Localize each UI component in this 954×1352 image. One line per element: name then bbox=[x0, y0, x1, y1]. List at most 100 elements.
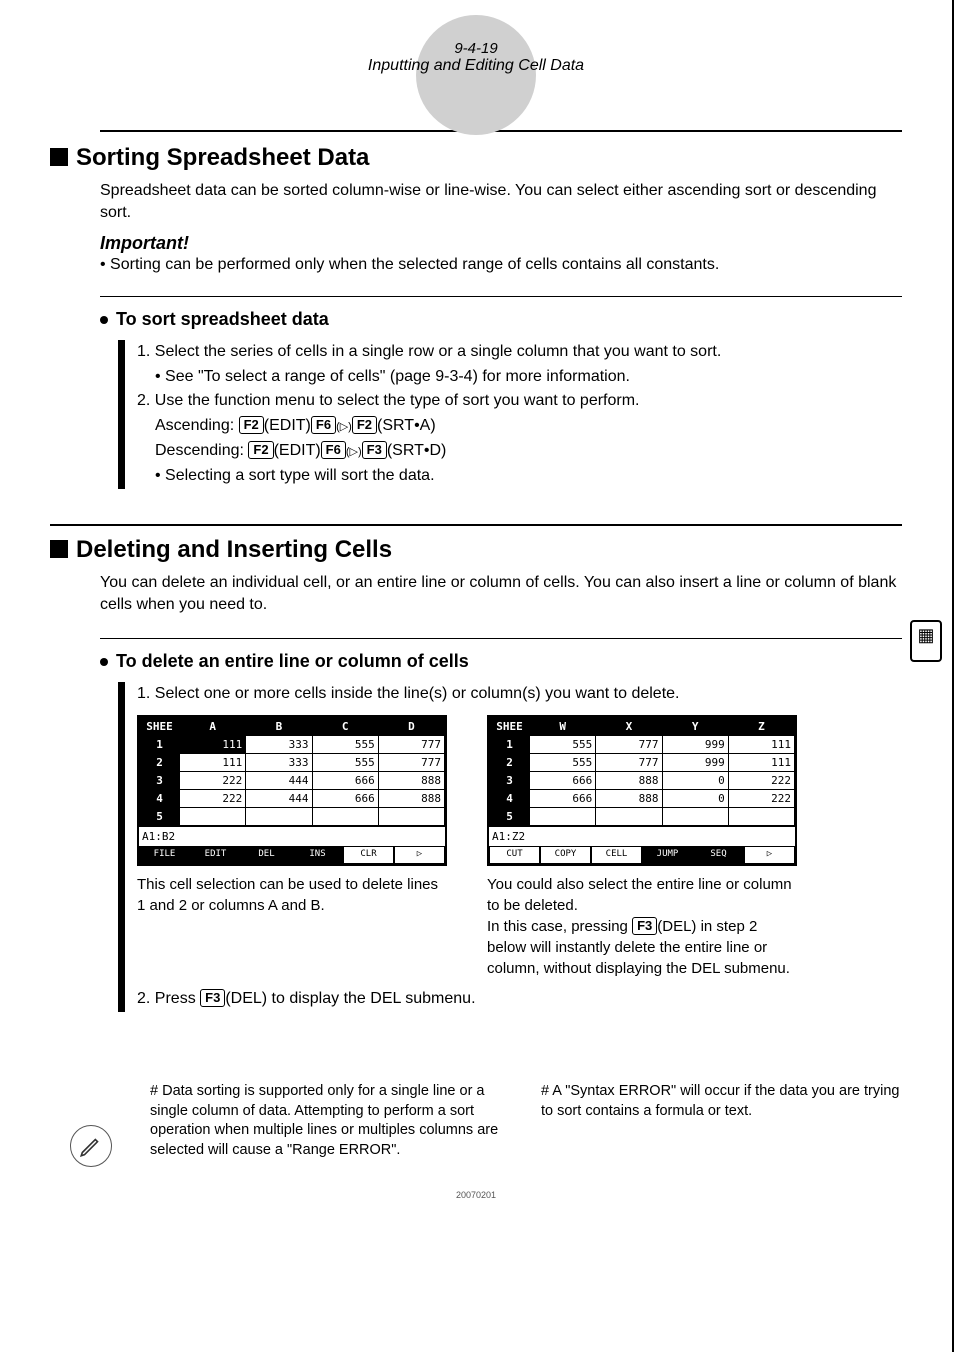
asc-label: Ascending: bbox=[155, 417, 239, 434]
step-2-note: • Selecting a sort type will sort the da… bbox=[155, 464, 902, 489]
cell: 777 bbox=[596, 736, 662, 754]
page: ▦ 9-4-19 Inputting and Editing Cell Data… bbox=[0, 0, 954, 1352]
heading-text: Sorting Spreadsheet Data bbox=[76, 144, 369, 172]
cell: 0 bbox=[662, 772, 728, 790]
menu-item: FILE bbox=[139, 846, 190, 864]
subheading-sort-data: To sort spreadsheet data bbox=[100, 309, 902, 330]
row-num: 4 bbox=[140, 790, 180, 808]
calc-status: A1:B2 bbox=[139, 826, 445, 846]
menu-item: ▷ bbox=[394, 846, 445, 864]
key-f2: F2 bbox=[248, 441, 273, 459]
section-heading-deleting: Deleting and Inserting Cells bbox=[50, 524, 902, 564]
important-text: • Sorting can be performed only when the… bbox=[100, 256, 902, 274]
delete-steps: 1. Select one or more cells inside the l… bbox=[118, 682, 902, 1012]
square-bullet-icon bbox=[50, 540, 68, 558]
calc-menu: FILE EDIT DEL INS CLR ▷ bbox=[139, 846, 445, 864]
step-2: 2. Use the function menu to select the t… bbox=[137, 389, 902, 414]
menu-item: CLR bbox=[343, 846, 394, 864]
cell: 111 bbox=[728, 736, 794, 754]
right-caption-1: You could also select the entire line or… bbox=[487, 876, 792, 914]
square-bullet-icon bbox=[50, 148, 68, 166]
row-num: 1 bbox=[140, 736, 180, 754]
cell: 555 bbox=[530, 754, 596, 772]
dot-bullet-icon bbox=[100, 316, 108, 324]
cell: 111 bbox=[180, 736, 246, 754]
col-header: W bbox=[530, 718, 596, 736]
left-caption: This cell selection can be used to delet… bbox=[137, 874, 447, 916]
descending-line: Descending: F2(EDIT)F6(▷)F3(SRT•D) bbox=[155, 439, 902, 464]
row-num: 2 bbox=[140, 754, 180, 772]
step2-part: (DEL) to display the DEL submenu. bbox=[225, 990, 475, 1007]
cell bbox=[662, 808, 728, 826]
footer-code: 20070201 bbox=[50, 1190, 902, 1200]
calc-table: SHEE W X Y Z 1555777999111 2555777999111… bbox=[489, 717, 795, 826]
right-caption: You could also select the entire line or… bbox=[487, 874, 797, 979]
cell: 444 bbox=[246, 790, 312, 808]
asc-part: (SRT•A) bbox=[377, 417, 436, 434]
header-circle-decoration bbox=[416, 15, 536, 135]
key-f6: F6 bbox=[321, 441, 346, 459]
cell: 222 bbox=[180, 772, 246, 790]
cell: 888 bbox=[378, 790, 444, 808]
important-label: Important! bbox=[100, 233, 902, 254]
cell: 777 bbox=[596, 754, 662, 772]
page-number: 9-4-19 bbox=[50, 40, 902, 57]
col-header: Y bbox=[662, 718, 728, 736]
chapter-title: Inputting and Editing Cell Data bbox=[50, 57, 902, 75]
pencil-svg bbox=[78, 1133, 104, 1159]
pencil-note-icon bbox=[70, 1125, 112, 1167]
step-1-note: • See "To select a range of cells" (page… bbox=[155, 365, 902, 390]
cell bbox=[728, 808, 794, 826]
cell: 333 bbox=[246, 754, 312, 772]
calc-table: SHEE A B C D 1111333555777 2111333555777… bbox=[139, 717, 445, 826]
cell: 555 bbox=[530, 736, 596, 754]
row-num: 4 bbox=[490, 790, 530, 808]
cell: 888 bbox=[596, 772, 662, 790]
divider bbox=[100, 638, 902, 639]
subheading-text: To sort spreadsheet data bbox=[116, 309, 329, 329]
desc-part: (SRT•D) bbox=[387, 442, 447, 459]
row-num: 5 bbox=[490, 808, 530, 826]
delete-step-2: 2. Press F3(DEL) to display the DEL subm… bbox=[137, 987, 902, 1012]
cell: 222 bbox=[180, 790, 246, 808]
section1-intro: Spreadsheet data can be sorted column-wi… bbox=[100, 180, 902, 225]
cell: 666 bbox=[530, 772, 596, 790]
header: 9-4-19 Inputting and Editing Cell Data bbox=[50, 40, 902, 75]
col-header: C bbox=[312, 718, 378, 736]
key-f3: F3 bbox=[632, 917, 657, 935]
section2-intro: You can delete an individual cell, or an… bbox=[100, 572, 902, 617]
col-header: B bbox=[246, 718, 312, 736]
cell: 666 bbox=[312, 772, 378, 790]
desc-part: (EDIT) bbox=[274, 442, 321, 459]
col-header: X bbox=[596, 718, 662, 736]
step2-part: 2. Press bbox=[137, 990, 200, 1007]
table-corner: SHEE bbox=[490, 718, 530, 736]
menu-item: INS bbox=[292, 846, 343, 864]
heading-text: Deleting and Inserting Cells bbox=[76, 536, 392, 564]
screenshot-left-col: SHEE A B C D 1111333555777 2111333555777… bbox=[137, 715, 447, 979]
cell: 111 bbox=[180, 754, 246, 772]
section-heading-sorting: Sorting Spreadsheet Data bbox=[50, 134, 902, 172]
step-1: 1. Select the series of cells in a singl… bbox=[137, 340, 902, 365]
cell bbox=[530, 808, 596, 826]
col-header: D bbox=[378, 718, 444, 736]
cell: 555 bbox=[312, 754, 378, 772]
cell: 777 bbox=[378, 754, 444, 772]
cell bbox=[180, 808, 246, 826]
key-f3: F3 bbox=[200, 989, 225, 1007]
cell bbox=[378, 808, 444, 826]
menu-item: CUT bbox=[489, 846, 540, 864]
calc-screen-left: SHEE A B C D 1111333555777 2111333555777… bbox=[137, 715, 447, 866]
cell: 888 bbox=[378, 772, 444, 790]
ascending-line: Ascending: F2(EDIT)F6(▷)F2(SRT•A) bbox=[155, 414, 902, 439]
menu-item: SEQ bbox=[693, 846, 744, 864]
menu-item: COPY bbox=[540, 846, 591, 864]
screenshot-right-col: SHEE W X Y Z 1555777999111 2555777999111… bbox=[487, 715, 797, 979]
cell: 888 bbox=[596, 790, 662, 808]
cell: 222 bbox=[728, 790, 794, 808]
desc-label: Descending: bbox=[155, 442, 248, 459]
key-f3: F3 bbox=[362, 441, 387, 459]
cell: 555 bbox=[312, 736, 378, 754]
cell: 111 bbox=[728, 754, 794, 772]
menu-item: JUMP bbox=[642, 846, 693, 864]
